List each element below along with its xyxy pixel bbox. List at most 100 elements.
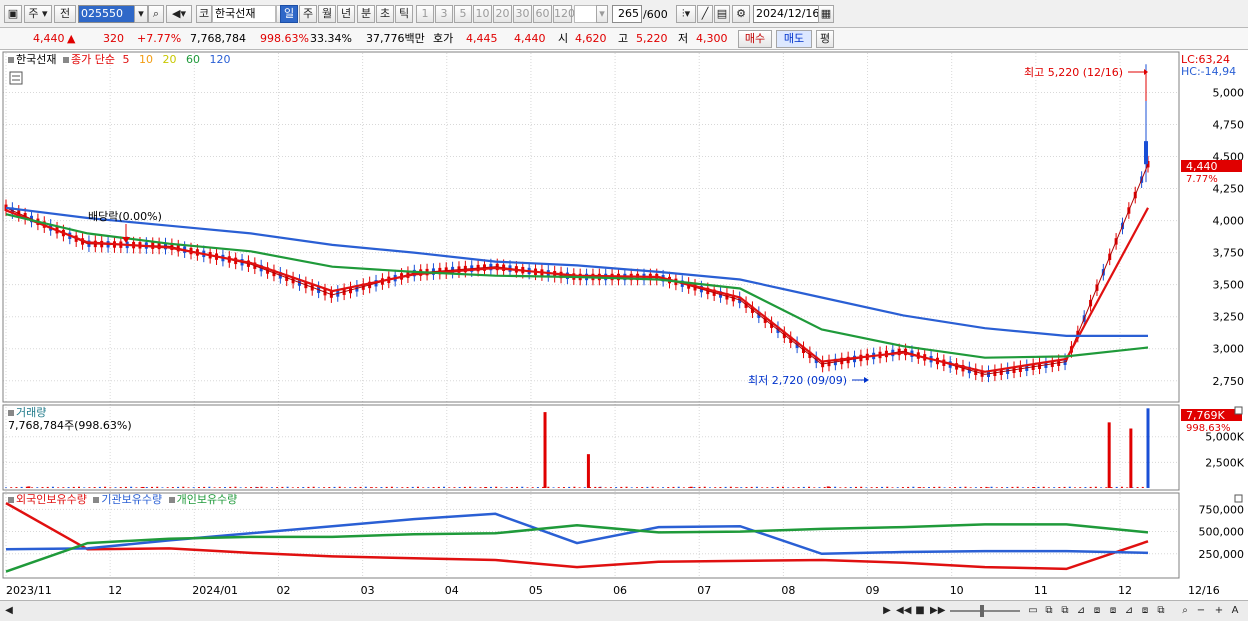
price-tag-value: 4,440 <box>1186 160 1218 173</box>
price-legend-stock[interactable]: 한국선재 <box>16 53 56 66</box>
zoom-slider-handle[interactable] <box>980 605 984 617</box>
period-year-button[interactable]: 년 <box>337 5 355 23</box>
search-icon[interactable]: ⌕ <box>148 5 164 23</box>
interval-5-button[interactable]: 5 <box>454 5 472 23</box>
price-tick-label: 3,000 <box>1213 343 1245 356</box>
sell-button[interactable]: 매도 <box>776 30 812 48</box>
volume-bar <box>986 487 990 488</box>
volume-bar <box>369 487 373 488</box>
scroll-left-icon[interactable]: ◀ <box>2 604 16 618</box>
volume-bar-small <box>302 487 305 488</box>
volume-bar-small <box>338 486 341 488</box>
settings-gear-icon[interactable]: ⚙ <box>732 5 750 23</box>
eval-button[interactable]: 평 <box>816 30 834 48</box>
period-day-button[interactable]: 일 <box>280 5 298 23</box>
tool-icon-6[interactable]: ⧉ <box>1154 604 1168 618</box>
zoom-out-icon[interactable]: − <box>1194 604 1208 618</box>
volume-bar-small <box>390 486 393 488</box>
market-select[interactable]: 주 ▾ <box>24 5 52 23</box>
volume-bar-small <box>1120 486 1123 488</box>
code-input[interactable]: 025550 <box>78 5 136 23</box>
fast-forward-icon[interactable]: ▶▶ <box>930 604 945 618</box>
volume-bar-small <box>578 487 581 488</box>
prev-button[interactable]: 전 <box>54 5 76 23</box>
volume-bar <box>484 487 488 488</box>
holding-pane-close-icon[interactable] <box>1234 494 1243 503</box>
magnifier-icon[interactable]: ⌕ <box>1178 604 1192 618</box>
stock-name: 한국선재 <box>212 5 276 23</box>
holding-foreign-label[interactable]: 외국인보유수량 <box>16 493 87 506</box>
tool-icon-4[interactable]: ⊿ <box>1122 604 1136 618</box>
ma-legend-label[interactable]: 종가 단순 <box>71 53 115 66</box>
interval-120-button[interactable]: 120 <box>553 5 575 23</box>
volume-bar-small <box>797 487 800 488</box>
interval-60-button[interactable]: 60 <box>533 5 552 23</box>
buy-button[interactable]: 매수 <box>738 30 772 48</box>
period-tick-button[interactable]: 틱 <box>395 5 413 23</box>
volume-bar-small <box>891 487 894 488</box>
period-second-button[interactable]: 초 <box>376 5 394 23</box>
volume-bar-small <box>609 487 612 488</box>
draw-tool-icon[interactable]: ╱ <box>697 5 713 23</box>
view-mode-icon-2[interactable]: ⧉ <box>1042 604 1056 618</box>
volume-bar-small <box>562 487 565 488</box>
volume-bar-small <box>750 486 753 488</box>
calendar-icon[interactable]: ▦ <box>818 5 834 23</box>
chart-scrollbar[interactable]: ◀ ▶ ◀◀ ■ ▶▶ ▭ ⧉ ⧉ ⊿ ⧈ ⧈ ⊿ ⧈ ⧉ ⌕ − + A <box>0 600 1248 621</box>
volume-bar-small <box>787 487 790 488</box>
volume-bar-small <box>552 487 555 488</box>
custom-interval-dropdown-icon[interactable]: ▾ <box>596 5 608 23</box>
count-input[interactable]: 265 <box>612 5 642 23</box>
interval-20-button[interactable]: 20 <box>493 5 512 23</box>
volume-legend-title[interactable]: 거래량 <box>16 406 46 419</box>
date-input[interactable]: 2024/12/16 <box>753 5 819 23</box>
volume-bar-small <box>729 486 732 488</box>
holding-institution-label[interactable]: 기관보유수량 <box>101 493 162 506</box>
zoom-in-icon[interactable]: + <box>1212 604 1226 618</box>
volume-bar-small <box>307 486 310 488</box>
chart-area[interactable]: 5,0004,7504,5004,2504,0003,7503,5003,250… <box>0 50 1248 600</box>
price-tick-label: 3,500 <box>1213 279 1245 292</box>
volume-bar-small <box>1027 487 1030 488</box>
code-dropdown-icon[interactable]: ▾ <box>134 5 148 23</box>
scroll-right-icon[interactable]: ▶ <box>880 604 894 618</box>
volume-bar-small <box>922 487 925 488</box>
auto-scale-icon[interactable]: A <box>1228 604 1242 618</box>
date-tick-label: 02 <box>276 584 290 597</box>
view-mode-icon-1[interactable]: ▭ <box>1026 604 1040 618</box>
interval-3-button[interactable]: 3 <box>435 5 453 23</box>
stop-icon[interactable]: ■ <box>913 604 927 618</box>
interval-1-button[interactable]: 1 <box>416 5 434 23</box>
tool-icon-3[interactable]: ⧈ <box>1106 604 1120 618</box>
volume-bar-small <box>714 487 717 488</box>
volume-bar-small <box>1016 486 1019 488</box>
interval-10-button[interactable]: 10 <box>473 5 492 23</box>
volume-bar-small <box>1058 487 1061 488</box>
period-minute-button[interactable]: 분 <box>357 5 375 23</box>
volume-bar-small <box>954 487 957 488</box>
date-tick-label: 06 <box>613 584 627 597</box>
date-tick-label: 05 <box>529 584 543 597</box>
tool-icon-1[interactable]: ⊿ <box>1074 604 1088 618</box>
volume-bar-small <box>317 487 320 488</box>
tool-icon-2[interactable]: ⧈ <box>1090 604 1104 618</box>
period-month-button[interactable]: 월 <box>318 5 336 23</box>
volume-bar <box>586 454 590 488</box>
save-icon[interactable]: ▤ <box>714 5 730 23</box>
volume-bar-small <box>359 486 362 488</box>
period-week-button[interactable]: 주 <box>299 5 317 23</box>
volume-pane-close-icon[interactable] <box>1234 406 1243 415</box>
candle-type-icon[interactable]: ⫶▾ <box>676 5 696 23</box>
interval-30-button[interactable]: 30 <box>513 5 532 23</box>
zoom-slider[interactable] <box>950 610 1020 612</box>
view-mode-icon-3[interactable]: ⧉ <box>1058 604 1072 618</box>
holding-individual-label[interactable]: 개인보유수량 <box>177 493 238 506</box>
volume-bar-small <box>166 487 169 488</box>
rewind-icon[interactable]: ◀◀ <box>896 604 911 618</box>
volume-bar-small <box>192 487 195 488</box>
sound-icon[interactable]: ◀▾ <box>166 5 192 23</box>
layout-icon[interactable]: ▣ <box>4 5 22 23</box>
tool-icon-5[interactable]: ⧈ <box>1138 604 1152 618</box>
volume-bar-small <box>119 487 122 488</box>
table-toggle-icon[interactable] <box>9 71 23 85</box>
